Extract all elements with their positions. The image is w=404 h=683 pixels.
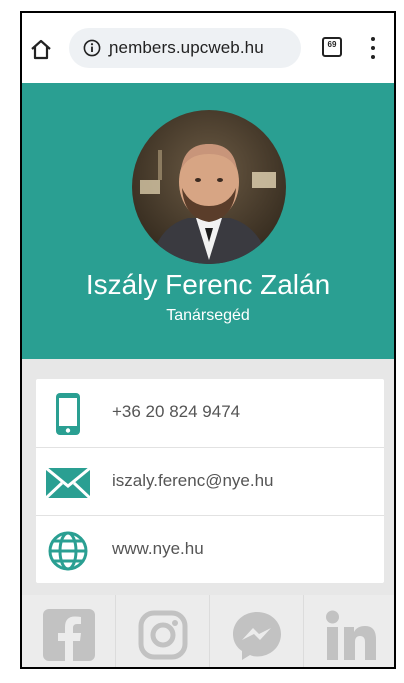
- profile-name: Iszály Ferenc Zalán: [85, 269, 331, 300]
- envelope-icon: [44, 461, 92, 505]
- social-bar: [22, 595, 394, 667]
- phone-icon: [46, 392, 90, 436]
- tabs-icon[interactable]: 69: [322, 37, 342, 57]
- avatar: [132, 110, 286, 264]
- contact-card: +36 20 824 9474 iszaly.ferenc@nye.hu www…: [36, 379, 384, 583]
- messenger-link[interactable]: [210, 595, 304, 667]
- profile-title: Tanársegéd: [166, 307, 250, 324]
- messenger-icon: [233, 612, 281, 660]
- contact-section: +36 20 824 9474 iszaly.ferenc@nye.hu www…: [22, 359, 394, 667]
- tab-count: 69: [327, 40, 337, 49]
- website-row[interactable]: www.nye.hu: [36, 515, 384, 584]
- instagram-link[interactable]: [116, 595, 210, 667]
- address-bar[interactable]: ɲembers.upcweb.hu: [69, 28, 301, 68]
- instagram-icon: [138, 610, 188, 660]
- linkedin-link[interactable]: [304, 595, 394, 667]
- facebook-icon: [43, 609, 95, 661]
- profile-header: Iszály Ferenc Zalán Tanársegéd: [22, 83, 394, 359]
- globe-icon: [46, 529, 90, 573]
- phone-screen: ɲembers.upcweb.hu 69 Iszály Ferenc Zalán…: [20, 11, 396, 669]
- email-row[interactable]: iszaly.ferenc@nye.hu: [36, 447, 384, 516]
- linkedin-icon: [326, 610, 376, 660]
- email-address: iszaly.ferenc@nye.hu: [112, 471, 274, 490]
- info-icon[interactable]: [83, 39, 101, 57]
- phone-number: +36 20 824 9474: [112, 402, 241, 421]
- website-url: www.nye.hu: [112, 539, 204, 558]
- home-icon[interactable]: [28, 36, 54, 62]
- phone-row[interactable]: +36 20 824 9474: [36, 379, 384, 447]
- facebook-link[interactable]: [22, 595, 116, 667]
- menu-icon[interactable]: [366, 37, 380, 59]
- url-text: ɲembers.upcweb.hu: [109, 38, 264, 57]
- browser-toolbar: ɲembers.upcweb.hu 69: [22, 13, 394, 83]
